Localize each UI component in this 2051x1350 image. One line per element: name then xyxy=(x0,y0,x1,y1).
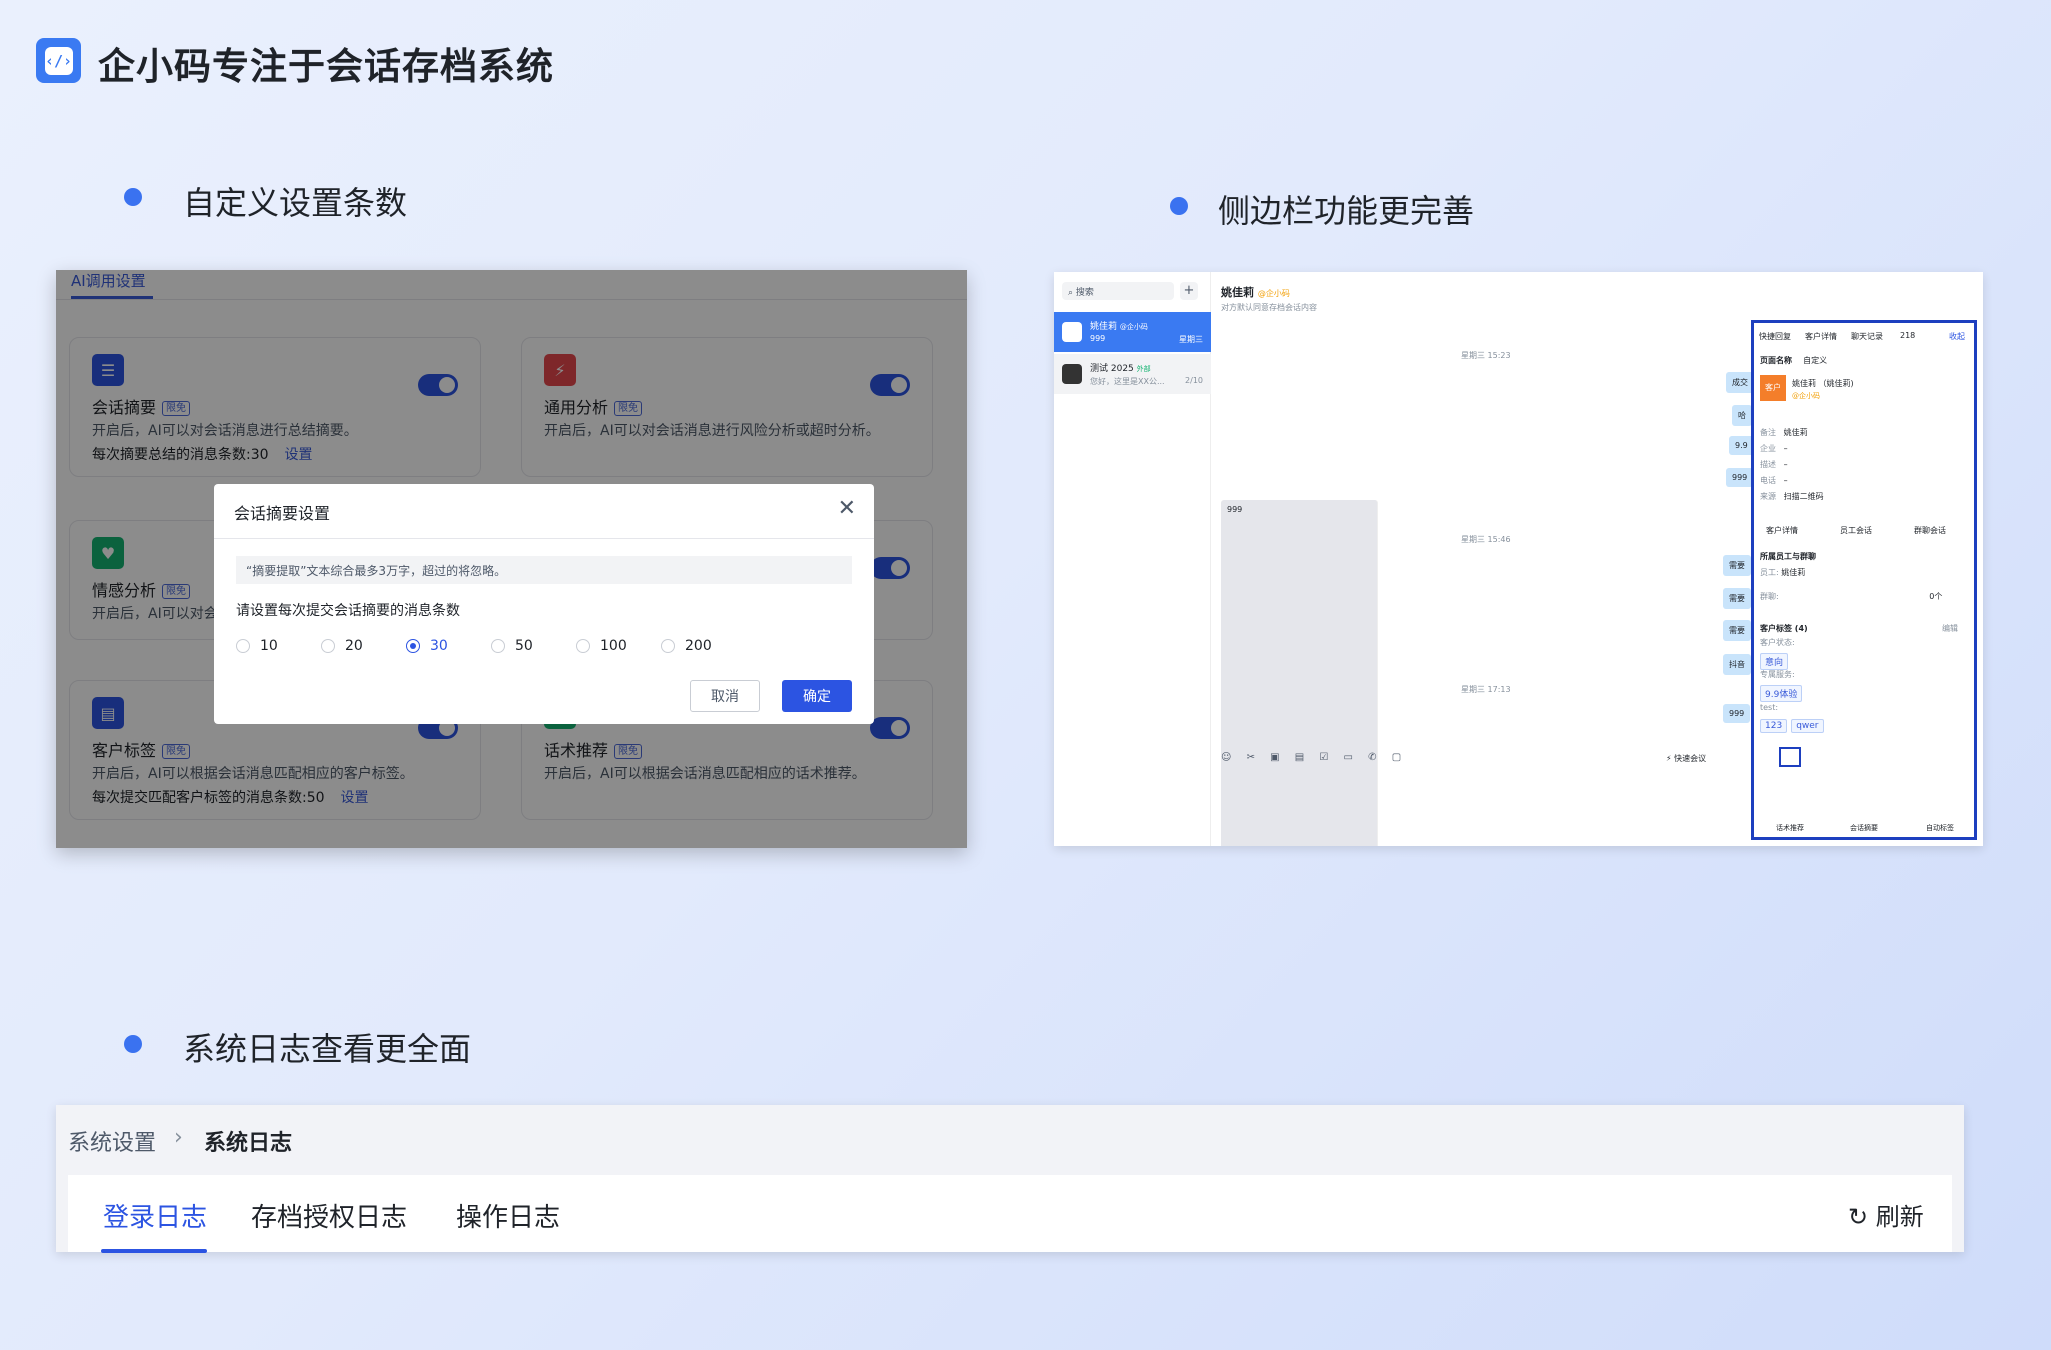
customer-name: 姚佳莉 （姚佳莉) xyxy=(1792,379,1854,388)
message-bubble: 需要 xyxy=(1723,620,1751,641)
sidebar-screenshot: ⌕ 搜索 + 姚佳莉 @企小码 999 星期三 测试 2025 外部 您好，这里… xyxy=(1054,272,1983,846)
tab-quick-reply[interactable]: 快捷回复 xyxy=(1759,331,1791,342)
radio-option[interactable]: 100 xyxy=(576,638,661,654)
radio-icon xyxy=(576,639,590,653)
modal-prompt: 请设置每次提交会话摘要的消息条数 xyxy=(236,603,460,619)
radio-option[interactable]: 50 xyxy=(491,638,576,654)
count-radio-group: 10 20 30 50 100 200 xyxy=(236,638,746,654)
active-tab-underline xyxy=(101,1249,207,1253)
summary-settings-modal: 会话摘要设置 ✕ “摘要提取”文本综合最多3万字，超过的将忽略。 请设置每次提交… xyxy=(214,484,874,724)
conversation-list: ⌕ 搜索 + 姚佳莉 @企小码 999 星期三 测试 2025 外部 您好，这里… xyxy=(1054,272,1211,846)
log-tabs: 登录日志 存档授权日志 操作日志 ↻ 刷新 xyxy=(68,1175,1952,1253)
radio-option[interactable]: 10 xyxy=(236,638,321,654)
tab-count[interactable]: 218 xyxy=(1900,331,1915,340)
radio-option[interactable]: 20 xyxy=(321,638,406,654)
modal-title: 会话摘要设置 xyxy=(234,504,331,523)
refresh-icon: ↻ xyxy=(1848,1203,1869,1231)
ai-settings-screenshot: AI调用设置 ☰ 会话摘要 限免 开启后，AI可以对会话消息进行总结摘要。 每次摘… xyxy=(56,270,967,848)
radio-option[interactable]: 200 xyxy=(661,638,746,654)
tab-archive-auth-log[interactable]: 存档授权日志 xyxy=(251,1197,407,1234)
section-title: 侧边栏功能更完善 xyxy=(1218,192,1475,230)
section-title: 系统日志查看更全面 xyxy=(183,1030,472,1068)
chat-toolbar[interactable]: ☺ ✂ ▣ ▤ ☑ ▭ ✆ ▢ xyxy=(1221,752,1407,763)
tab-staff-chat[interactable]: 员工会话 xyxy=(1840,525,1872,536)
radio-icon xyxy=(661,639,675,653)
tab-customer-detail[interactable]: 客户详情 xyxy=(1805,331,1837,342)
message-bubble: 需要 xyxy=(1723,588,1751,609)
chevron-right-icon: › xyxy=(174,1125,183,1150)
modal-note: “摘要提取”文本综合最多3万字，超过的将忽略。 xyxy=(236,556,852,584)
customer-org: @企小码 xyxy=(1792,392,1820,400)
bullet-icon xyxy=(124,188,142,206)
message-bubble: 抖音 xyxy=(1723,654,1751,675)
radio-option-selected[interactable]: 30 xyxy=(406,638,491,654)
tab-operation-log[interactable]: 操作日志 xyxy=(456,1197,560,1234)
collapse-button[interactable]: 收起 xyxy=(1949,331,1965,342)
list-item[interactable]: 测试 2025 外部 您好，这里是XX公... 2/10 xyxy=(1054,354,1211,394)
page-title: 企小码专注于会话存档系统 xyxy=(98,45,554,88)
message-bubble: 999 xyxy=(1723,704,1751,723)
section-title: 自定义设置条数 xyxy=(183,184,408,222)
breadcrumb-current: 系统日志 xyxy=(204,1131,293,1156)
customer-avatar: 客户 xyxy=(1760,375,1786,401)
script-recommend-button[interactable]: 话术推荐 xyxy=(1776,823,1804,833)
message-bubble: 成交 xyxy=(1726,372,1754,393)
customer-sidebar: 快捷回复 客户详情 聊天记录 218 收起 页面名称 自定义 客户 姚佳莉 （姚… xyxy=(1751,320,1977,840)
message-bubble: 999 xyxy=(1221,500,1378,846)
system-log-screenshot: 系统设置 › 系统日志 登录日志 存档授权日志 操作日志 ↻ 刷新 xyxy=(56,1105,1964,1253)
app-logo: ‹/› xyxy=(36,38,81,83)
radio-icon xyxy=(491,639,505,653)
radio-icon xyxy=(236,639,250,653)
code-bracket-icon: ‹/› xyxy=(44,46,73,75)
chat-area: 姚佳莉 @企小码 对方默认同意存档会话内容 星期三 15:23 成交 哈 9.9… xyxy=(1211,272,1801,846)
tab-chat-history[interactable]: 聊天记录 xyxy=(1851,331,1883,342)
tab-detail[interactable]: 客户详情 xyxy=(1766,525,1798,536)
confirm-button[interactable]: 确定 xyxy=(782,680,852,712)
avatar xyxy=(1062,322,1082,342)
list-item[interactable]: 姚佳莉 @企小码 999 星期三 xyxy=(1054,312,1211,352)
breadcrumb-root[interactable]: 系统设置 xyxy=(68,1125,156,1157)
message-bubble: 999 xyxy=(1726,468,1754,487)
bullet-icon xyxy=(124,1035,142,1053)
refresh-button[interactable]: ↻ 刷新 xyxy=(1848,1197,1924,1232)
message-bubble: 需要 xyxy=(1723,555,1751,576)
tab-group-chat[interactable]: 群聊会话 xyxy=(1914,525,1946,536)
add-icon[interactable]: + xyxy=(1180,282,1198,300)
radio-icon xyxy=(321,639,335,653)
radio-checked-icon xyxy=(406,639,420,653)
auto-tag-button[interactable]: 自动标签 xyxy=(1926,823,1954,833)
avatar xyxy=(1062,364,1082,384)
search-input[interactable]: ⌕ 搜索 xyxy=(1062,282,1174,300)
close-icon[interactable]: ✕ xyxy=(838,496,856,521)
chat-summary-button[interactable]: 会话摘要 xyxy=(1850,823,1878,833)
cancel-button[interactable]: 取消 xyxy=(690,680,760,712)
divider xyxy=(214,538,874,539)
message-bubble: 哈 xyxy=(1732,405,1752,426)
tab-login-log[interactable]: 登录日志 xyxy=(103,1197,207,1234)
edit-button[interactable]: 编辑 xyxy=(1942,623,1958,634)
quick-meeting-button[interactable]: ⚡ 快速会议 xyxy=(1666,753,1706,764)
bullet-icon xyxy=(1170,197,1188,215)
